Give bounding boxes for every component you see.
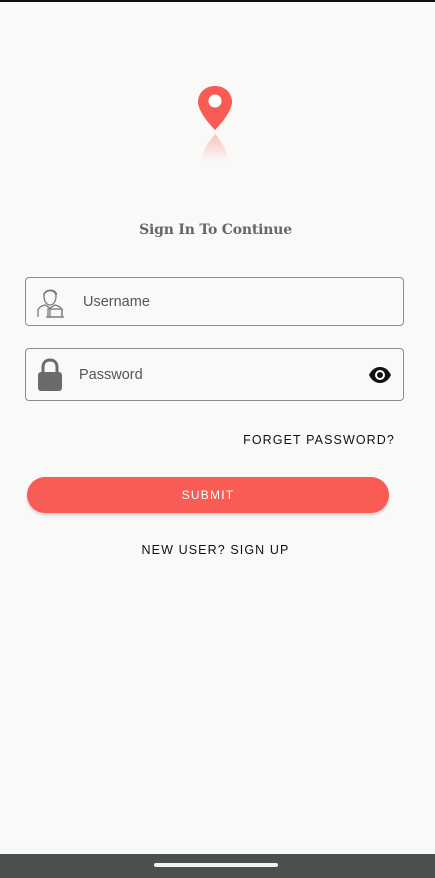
location-pin-icon <box>198 86 232 162</box>
system-nav-bar <box>0 854 435 878</box>
username-field[interactable]: Username <box>25 277 404 326</box>
username-input[interactable]: Username <box>83 278 150 325</box>
home-indicator[interactable] <box>154 863 278 867</box>
password-input[interactable]: Password <box>79 349 143 400</box>
forget-password-link[interactable]: FORGET PASSWORD? <box>243 433 395 447</box>
user-laptop-icon <box>37 289 64 318</box>
eye-icon[interactable] <box>368 365 392 385</box>
top-edge <box>0 0 435 2</box>
password-field[interactable]: Password <box>25 348 404 401</box>
signup-link[interactable]: NEW USER? SIGN UP <box>0 543 431 557</box>
submit-button[interactable]: SUBMIT <box>27 477 389 513</box>
lock-icon <box>38 358 62 391</box>
page-title: Sign In To Continue <box>139 222 292 238</box>
